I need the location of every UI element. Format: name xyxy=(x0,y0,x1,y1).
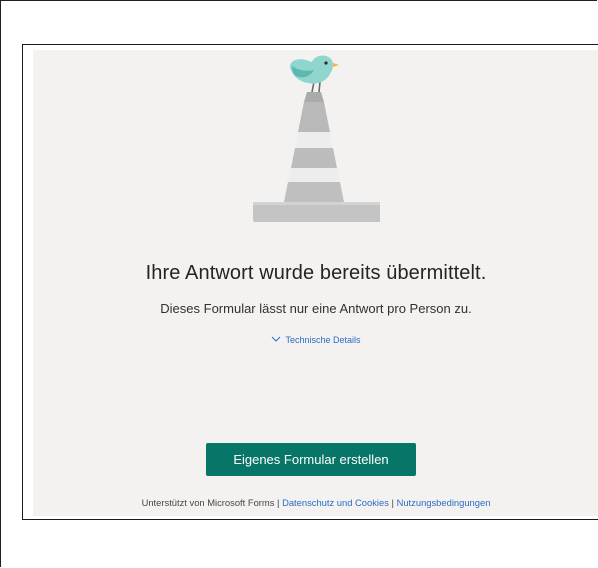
page-title: Ihre Antwort wurde bereits übermittelt. xyxy=(145,262,487,284)
traffic-cone-icon xyxy=(253,92,380,222)
footer-separator: | xyxy=(274,497,283,508)
bird-on-traffic-cone-icon xyxy=(253,55,380,222)
powered-by-text: Unterstützt von Microsoft Forms xyxy=(141,497,275,508)
bird-icon xyxy=(290,55,339,93)
terms-of-use-link[interactable]: Nutzungsbedingungen xyxy=(397,497,491,508)
info-message: Dieses Formular lässt nur eine Antwort p… xyxy=(160,301,472,316)
technical-details-label: Technische Details xyxy=(285,335,361,345)
footer: Unterstützt von Microsoft Forms | Datens… xyxy=(33,497,598,508)
chevron-down-icon xyxy=(272,336,281,342)
forms-window: Ihre Antwort wurde bereits übermittelt. … xyxy=(22,44,598,520)
create-own-form-button[interactable]: Eigenes Formular erstellen xyxy=(206,443,416,476)
privacy-cookies-link[interactable]: Datenschutz und Cookies xyxy=(282,497,389,508)
technical-details-toggle[interactable]: Technische Details xyxy=(33,335,598,345)
footer-separator: | xyxy=(388,497,397,508)
forms-page: Ihre Antwort wurde bereits übermittelt. … xyxy=(33,50,598,516)
